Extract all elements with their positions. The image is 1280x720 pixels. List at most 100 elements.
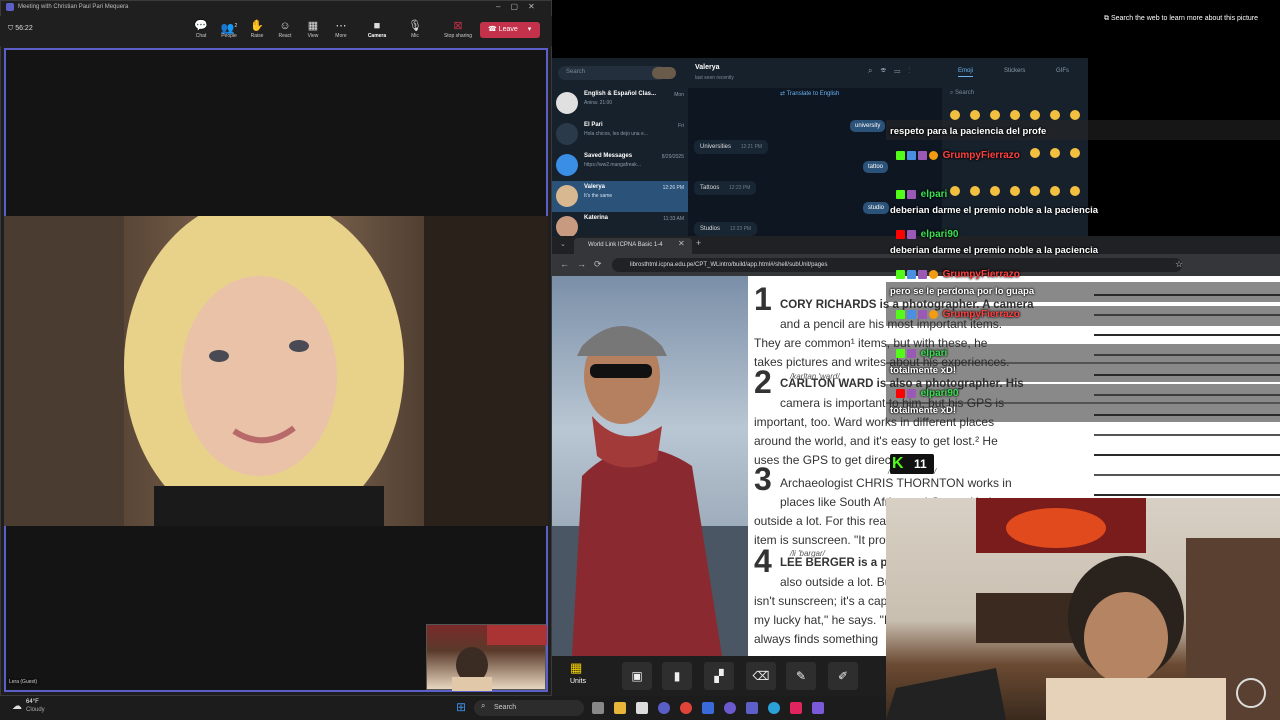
avatar (556, 185, 578, 207)
units-grid-icon[interactable]: ▦ (570, 660, 582, 676)
view-icon: ▦ (307, 20, 319, 32)
emoji-search-input[interactable]: ⌕ Search (950, 90, 974, 97)
message-bubble: Tattoos 12:23 PM (694, 181, 757, 195)
emoji-item[interactable] (990, 186, 1000, 196)
nav-buttons[interactable]: ←→⟳ (560, 259, 610, 270)
more-button[interactable]: ⋯ More (328, 19, 354, 39)
tab-stickers[interactable]: Stickers (1004, 68, 1025, 74)
chrome-icon[interactable] (680, 702, 692, 714)
app-icon[interactable] (702, 702, 714, 714)
avatar (556, 92, 578, 114)
chat-username: GrumpyFierrazo (896, 309, 1020, 320)
eraser-tool-icon[interactable]: ⌫ (746, 662, 776, 690)
outgoing-message: studio (863, 202, 890, 214)
layout-tool-icon[interactable]: ▞ (704, 662, 734, 690)
badge-icon (929, 310, 938, 319)
badge-icon (929, 151, 938, 160)
chat-item-english-espanol[interactable]: English & Español Clas... Anina: 21:00 M… (552, 88, 688, 119)
book-toolbar: ▦ Units ▣ ▮ ▞ ⌫ ✎ ✐ (552, 656, 886, 696)
highlighter-tool-icon[interactable]: ✐ (828, 662, 858, 690)
emoji-item[interactable] (1010, 110, 1020, 120)
emoji-item[interactable] (1030, 110, 1040, 120)
article-photo (552, 276, 748, 656)
units-button[interactable]: Units (570, 678, 586, 685)
camera-button[interactable]: ■ Camera (364, 19, 390, 39)
bookmark-star-icon[interactable]: ☆ (1175, 259, 1183, 270)
translate-button[interactable]: ⇄ Translate to English (780, 90, 839, 97)
view-button[interactable]: ▦ View (300, 19, 326, 39)
chat-item-saved-messages[interactable]: Saved Messages https://ww2.mangafreak...… (552, 150, 688, 181)
chat-message: deberian darme el premio noble a la paci… (890, 205, 1099, 216)
chat-message: deberian darme el premio noble a la paci… (890, 245, 1099, 256)
telegram-search-input[interactable]: Search (558, 66, 666, 80)
app-icon[interactable] (812, 702, 824, 714)
chat-message: totalmente xD! (890, 365, 956, 376)
emoji-item[interactable] (1010, 186, 1020, 196)
telegram-taskbar-icon[interactable] (768, 702, 780, 714)
chat-username: elpari90 (896, 229, 958, 240)
chat-item-valerya[interactable]: Valerya It's the same 12:26 PM (552, 181, 688, 212)
emoji-item[interactable] (950, 110, 960, 120)
emoji-item[interactable] (1070, 110, 1080, 120)
task-view-icon[interactable] (592, 702, 604, 714)
app-icon[interactable] (658, 702, 670, 714)
emoji-item[interactable] (970, 110, 980, 120)
stories-avatars[interactable] (652, 67, 676, 79)
file-explorer-icon[interactable] (614, 702, 626, 714)
new-tab-icon[interactable]: + (696, 238, 701, 248)
emoji-item[interactable] (1030, 186, 1040, 196)
chat-item-el-pari[interactable]: El Pari Hola chicos, les dejo una e... F… (552, 119, 688, 150)
tab-emoji[interactable]: Emoji (958, 68, 974, 77)
app-icon[interactable] (724, 702, 736, 714)
badge-icon (907, 310, 916, 319)
teams-taskbar-icon[interactable] (746, 702, 758, 714)
chat-button[interactable]: 💬 Chat (188, 19, 214, 39)
app-icon[interactable] (636, 702, 648, 714)
taskbar-search[interactable]: Search (474, 700, 584, 716)
badge-icon (929, 270, 938, 279)
leave-button[interactable]: ☎ Leave ▾ (480, 22, 540, 38)
app-icon[interactable] (790, 702, 802, 714)
chat-username: elpari (896, 189, 947, 200)
chevron-down-icon: ▾ (527, 26, 532, 33)
emoji-item[interactable] (1050, 110, 1060, 120)
emoji-item[interactable] (950, 186, 960, 196)
emoji-item[interactable] (1050, 148, 1060, 158)
weather-icon[interactable]: ☁ (12, 701, 22, 712)
tab-gifs[interactable]: GIFs (1056, 68, 1069, 74)
badge-icon (918, 310, 927, 319)
emoji-item[interactable] (1070, 186, 1080, 196)
telegram-chat-list: Search English & Español Clas... Anina: … (552, 58, 688, 238)
react-icon: ☺ (279, 20, 291, 32)
bookmark-icon (556, 154, 578, 176)
react-button[interactable]: ☺ React (272, 19, 298, 39)
pen-tool-icon[interactable]: ✎ (786, 662, 816, 690)
emoji-item[interactable] (990, 110, 1000, 120)
stop-sharing-button[interactable]: ⊠ Stop sharing (440, 19, 476, 39)
kick-badge-icon (896, 270, 905, 279)
people-button[interactable]: 👥2 People (216, 19, 242, 39)
raise-button[interactable]: ✋ Raise (244, 19, 270, 39)
emoji-item[interactable] (970, 186, 980, 196)
header-actions[interactable]: ⌕☏▭⋮ (868, 66, 918, 76)
kick-badge-icon (896, 349, 905, 358)
viewer-count-badge: K 11 (890, 454, 934, 474)
weather-temp: 64°F (26, 699, 39, 705)
browser-tab[interactable]: World Link ICPNA Basic 1-4 (574, 238, 692, 254)
emoji-item[interactable] (1050, 186, 1060, 196)
page-tool-icon[interactable]: ▮ (662, 662, 692, 690)
windows-start-icon[interactable]: ⊞ (456, 700, 466, 714)
tab-menu-icon[interactable]: ⌄ (560, 240, 566, 248)
self-view-video[interactable] (426, 624, 547, 691)
mic-button[interactable]: 🎙 Mic (402, 19, 428, 39)
emoji-item[interactable] (1030, 148, 1040, 158)
close-tab-icon[interactable]: ✕ (678, 239, 685, 248)
photographer-illustration (552, 326, 748, 656)
search-icon: ⌕ (481, 701, 486, 710)
search-web-link[interactable]: ⧉ Search the web to learn more about thi… (1104, 15, 1258, 23)
kick-badge-icon (896, 190, 905, 199)
teams-logo-icon (6, 3, 14, 11)
emoji-item[interactable] (1070, 148, 1080, 158)
window-controls[interactable]: –▢✕ (496, 2, 545, 11)
notes-tool-icon[interactable]: ▣ (622, 662, 652, 690)
